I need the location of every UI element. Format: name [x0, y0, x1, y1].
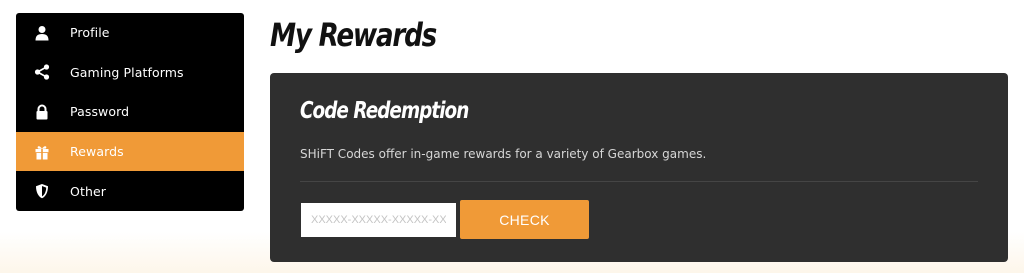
check-button[interactable]: CHECK: [460, 200, 589, 239]
page-title: My Rewards: [270, 16, 437, 54]
account-sidebar: Profile Gaming Platforms Password Reward…: [16, 13, 244, 211]
shift-code-input[interactable]: [301, 203, 456, 237]
sidebar-item-label: Gaming Platforms: [70, 64, 184, 80]
sidebar-item-label: Password: [70, 104, 130, 120]
sidebar-item-other[interactable]: Other: [16, 171, 244, 211]
lock-icon: [33, 103, 51, 121]
sidebar-item-label: Profile: [70, 25, 110, 41]
sidebar-item-profile[interactable]: Profile: [16, 13, 244, 53]
sidebar-item-rewards[interactable]: Rewards: [16, 131, 244, 172]
sidebar-item-gaming-platforms[interactable]: Gaming Platforms: [16, 53, 244, 93]
card-divider: [300, 181, 978, 182]
sidebar-item-password[interactable]: Password: [16, 92, 244, 132]
share-icon: [33, 63, 51, 81]
sidebar-item-label: Rewards: [70, 144, 124, 160]
gift-icon: [33, 143, 51, 161]
code-redemption-card: Code Redemption SHiFT Codes offer in-gam…: [270, 73, 1008, 262]
user-icon: [33, 24, 51, 42]
shield-icon: [33, 182, 51, 200]
code-redemption-title: Code Redemption: [300, 98, 469, 124]
sidebar-item-label: Other: [70, 183, 106, 199]
code-redemption-description: SHiFT Codes offer in-game rewards for a …: [300, 147, 707, 161]
